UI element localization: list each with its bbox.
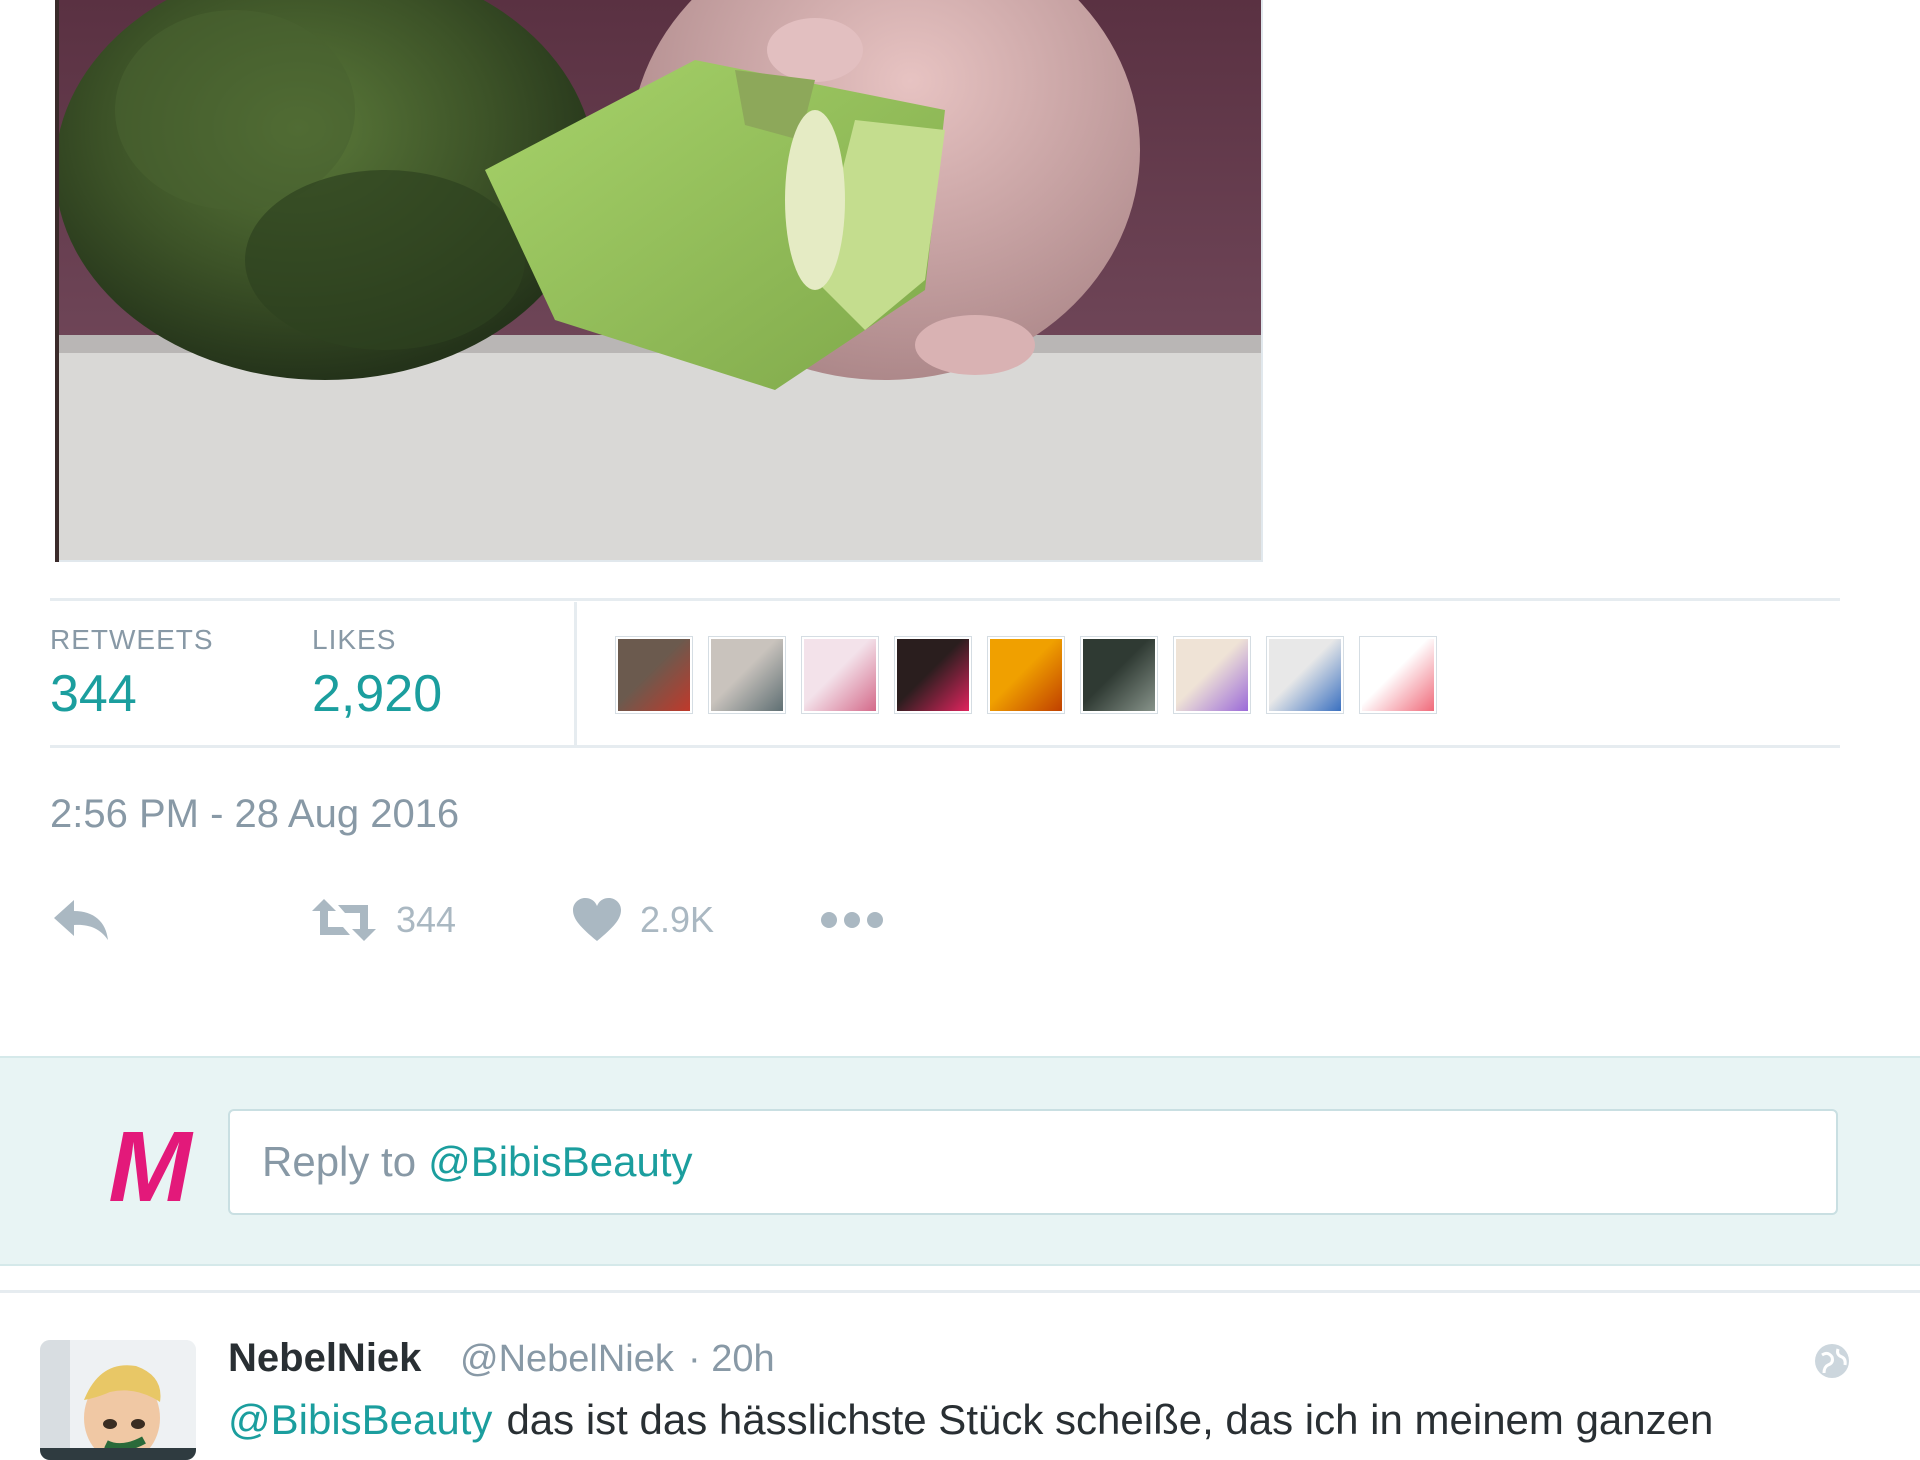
reply-text-body: das ist das hässlichste Stück scheiße, d…	[506, 1396, 1714, 1443]
liker-avatar[interactable]	[616, 637, 692, 713]
like-count: 2.9K	[640, 899, 715, 940]
retweets-label: RETWEETS	[50, 624, 214, 655]
stats-bottom-divider	[50, 745, 1840, 748]
reply-placeholder-prefix: Reply to	[262, 1138, 417, 1185]
reply-placeholder-mention: @BibisBeauty	[428, 1138, 693, 1185]
reply-arrow-icon	[54, 900, 108, 940]
liker-avatar[interactable]	[895, 637, 971, 713]
liker-avatar[interactable]	[988, 637, 1064, 713]
stats-vertical-divider	[574, 602, 577, 745]
liker-avatar[interactable]	[1360, 637, 1436, 713]
reply-time[interactable]: · 20h	[688, 1338, 775, 1381]
retweet-button[interactable]: 344	[310, 888, 456, 952]
logo-letter: M	[108, 1119, 194, 1209]
reply-input[interactable]: Reply to @BibisBeauty	[228, 1109, 1838, 1215]
reply-separator	[0, 1290, 1920, 1293]
reply-author-avatar[interactable]	[40, 1340, 196, 1460]
ellipsis-icon	[821, 912, 883, 928]
liker-avatar[interactable]	[802, 637, 878, 713]
liker-avatar[interactable]	[709, 637, 785, 713]
user-avatar-logo: M	[102, 1116, 198, 1212]
liker-avatar[interactable]	[1267, 637, 1343, 713]
reply-author-name[interactable]: NebelNiek	[228, 1336, 421, 1381]
reply-text-mention[interactable]: @BibisBeauty	[228, 1396, 492, 1443]
likes-count[interactable]: 2,920	[312, 664, 442, 724]
stats-top-divider	[50, 598, 1840, 601]
heart-icon	[573, 898, 621, 941]
globe-icon	[1812, 1341, 1852, 1386]
more-options-button[interactable]	[820, 888, 884, 952]
reply-text: @BibisBeauty das ist das hässlichste Stüc…	[228, 1396, 1713, 1444]
tweet-timestamp[interactable]: 2:56 PM - 28 Aug 2016	[50, 792, 459, 837]
liker-avatar[interactable]	[1081, 637, 1157, 713]
retweets-count[interactable]: 344	[50, 664, 137, 724]
reply-button[interactable]	[52, 888, 110, 952]
like-button[interactable]: 2.9K	[572, 888, 714, 952]
reply-author-handle[interactable]: @NebelNiek	[460, 1338, 674, 1381]
likes-label: LIKES	[312, 624, 397, 655]
retweet-icon	[312, 899, 376, 941]
liker-avatar[interactable]	[1174, 637, 1250, 713]
photo-left-edge	[55, 0, 59, 562]
tweet-photo[interactable]	[55, 0, 1263, 562]
retweet-count: 344	[396, 899, 457, 940]
